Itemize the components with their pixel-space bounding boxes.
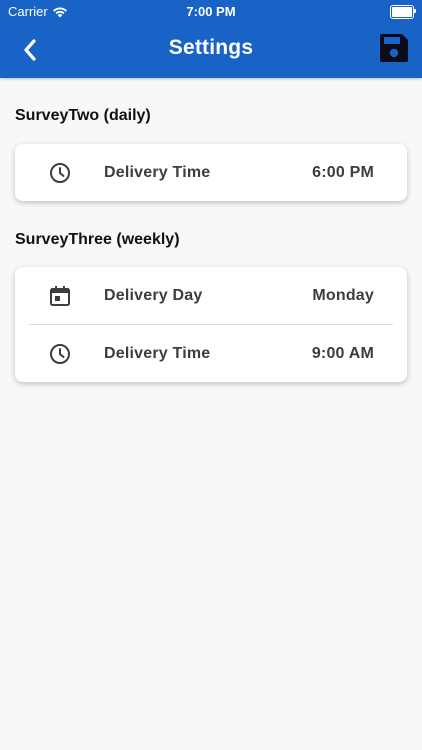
row-value: 9:00 AM [311,344,374,362]
battery-icon [390,5,416,19]
app-header: Carrier 7:00 PM Settings [0,0,422,78]
delivery-day-row[interactable]: Delivery Day Monday [15,267,407,324]
floppy-disk-icon [380,34,408,62]
back-button[interactable] [14,34,46,66]
save-button[interactable] [376,30,412,66]
delivery-time-row[interactable]: Delivery Time 6:00 PM [15,144,407,201]
settings-card-surveytwo: Delivery Time 6:00 PM [15,144,407,201]
status-time: 7:00 PM [186,4,236,19]
clock-icon [50,344,70,364]
status-bar: Carrier 7:00 PM [0,0,422,22]
row-value: 6:00 PM [312,163,374,181]
row-label: Delivery Day [104,286,203,304]
delivery-time-row[interactable]: Delivery Time 9:00 AM [15,325,407,382]
page-title: Settings [168,36,254,59]
chevron-left-icon [24,39,36,61]
battery-fill [392,7,412,17]
calendar-icon [50,286,70,306]
clock-icon [50,163,70,183]
row-value: Monday [312,286,374,304]
section-title-surveytwo: SurveyTwo (daily) [15,107,151,124]
settings-card-surveythree: Delivery Day Monday Delivery Time 9:00 A… [15,267,407,382]
row-label: Delivery Time [104,163,211,181]
row-label: Delivery Time [104,344,211,362]
section-title-surveythree: SurveyThree (weekly) [15,231,180,248]
nav-bar: Settings [0,22,422,78]
